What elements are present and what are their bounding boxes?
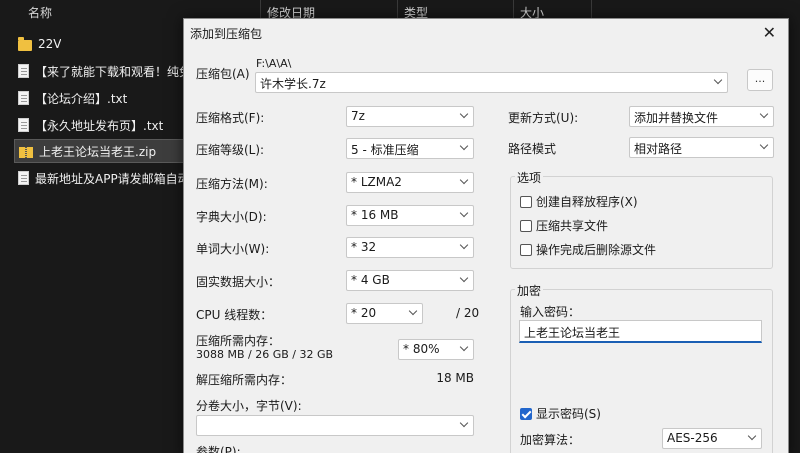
volume-size-combo[interactable] <box>196 415 474 436</box>
word-size-label: 单词大小(W): <box>196 242 270 256</box>
compress-shared-label: 压缩共享文件 <box>536 219 609 233</box>
archive-path: F:\A\A\ <box>256 57 292 70</box>
file-name: 【永久地址发布页】.txt <box>35 118 164 133</box>
chevron-down-icon <box>748 432 756 440</box>
dictionary-label: 字典大小(D): <box>196 210 267 224</box>
format-value: 7z <box>351 109 365 123</box>
close-icon[interactable]: ✕ <box>763 23 776 42</box>
delete-after-checkbox[interactable]: 操作完成后删除源文件 <box>520 241 656 258</box>
password-input[interactable]: 上老王论坛当老王 <box>519 320 762 343</box>
memory-percent-select[interactable]: * 80% <box>398 339 474 360</box>
password-label: 输入密码： <box>520 305 581 319</box>
dictionary-select[interactable]: * 16 MB <box>346 205 474 226</box>
folder-icon <box>18 37 32 51</box>
checkbox-checked-icon <box>520 407 532 420</box>
word-size-select[interactable]: * 32 <box>346 237 474 258</box>
solid-block-label: 固实数据大小： <box>196 275 281 289</box>
chevron-down-icon <box>460 176 468 184</box>
encryption-title: 加密 <box>515 282 544 299</box>
cpu-threads-total: / 20 <box>456 306 480 320</box>
word-size-value: * 32 <box>351 240 377 254</box>
chevron-down-icon <box>460 110 468 118</box>
solid-block-select[interactable]: * 4 GB <box>346 270 474 291</box>
chevron-down-icon <box>714 76 722 84</box>
cpu-threads-label: CPU 线程数： <box>196 308 273 322</box>
delete-after-label: 操作完成后删除源文件 <box>536 243 657 257</box>
chevron-down-icon <box>460 241 468 249</box>
chevron-down-icon <box>460 274 468 282</box>
format-label: 压缩格式(F): <box>196 111 265 125</box>
column-name[interactable]: 名称 <box>28 4 52 21</box>
checkbox-box <box>520 219 532 232</box>
update-mode-value: 添加并替换文件 <box>634 111 719 125</box>
chevron-down-icon <box>460 343 468 351</box>
chevron-down-icon <box>409 307 417 315</box>
file-name: 【来了就能下载和观看！纯免 <box>35 64 186 79</box>
level-value: 5 - 标准压缩 <box>351 143 419 157</box>
compress-memory-value: 3088 MB / 26 GB / 32 GB <box>196 348 334 361</box>
show-password-checkbox[interactable]: 显示密码(S) <box>520 405 601 422</box>
archive-name-value: 许木学长.7z <box>260 77 326 91</box>
level-label: 压缩等级(L): <box>196 143 265 157</box>
parameters-label: 参数(P): <box>196 445 241 453</box>
method-value: * LZMA2 <box>351 175 402 189</box>
encryption-method-label: 加密算法： <box>520 433 581 447</box>
decompress-memory-value: 18 MB <box>436 371 474 385</box>
browse-button[interactable]: ... <box>747 69 773 91</box>
volume-size-label: 分卷大小，字节(V): <box>196 399 302 413</box>
cpu-threads-select[interactable]: * 20 <box>346 303 423 324</box>
add-to-archive-dialog: 添加到压缩包 ✕ 压缩包(A) F:\A\A\ 许木学长.7z ... 压缩格式… <box>183 18 789 453</box>
method-select[interactable]: * LZMA2 <box>346 172 474 193</box>
update-mode-label: 更新方式(U): <box>508 111 579 125</box>
cpu-threads-value: * 20 <box>351 306 377 320</box>
text-file-icon <box>18 171 29 185</box>
archive-label: 压缩包(A) <box>196 67 250 81</box>
list-item[interactable]: 最新地址及APP请发邮箱自动 <box>14 166 186 190</box>
list-item[interactable]: 22V <box>14 32 186 56</box>
path-mode-label: 路径模式 <box>508 142 557 156</box>
solid-block-value: * 4 GB <box>351 273 390 287</box>
chevron-down-icon <box>460 209 468 217</box>
method-label: 压缩方法(M): <box>196 177 268 191</box>
encryption-method-select[interactable]: AES-256 <box>662 428 762 449</box>
show-password-label: 显示密码(S) <box>536 407 601 421</box>
options-title: 选项 <box>515 169 544 186</box>
list-item[interactable]: 【论坛介绍】.txt <box>14 86 186 110</box>
checkbox-box <box>520 195 532 208</box>
list-item[interactable]: 【永久地址发布页】.txt <box>14 113 186 137</box>
archive-name-combo[interactable]: 许木学长.7z <box>255 72 728 93</box>
list-item-selected[interactable]: 上老王论坛当老王.zip <box>14 139 186 163</box>
file-name: 上老王论坛当老王.zip <box>39 144 157 159</box>
path-mode-value: 相对路径 <box>634 142 683 156</box>
file-name: 最新地址及APP请发邮箱自动 <box>35 171 186 186</box>
path-mode-select[interactable]: 相对路径 <box>629 137 774 158</box>
dictionary-value: * 16 MB <box>351 208 399 222</box>
text-file-icon <box>18 64 29 78</box>
memory-percent-value: * 80% <box>403 342 440 356</box>
chevron-down-icon <box>760 110 768 118</box>
file-name: 【论坛介绍】.txt <box>35 91 128 106</box>
text-file-icon <box>18 91 29 105</box>
create-sfx-checkbox[interactable]: 创建自释放程序(X) <box>520 193 638 210</box>
compress-shared-checkbox[interactable]: 压缩共享文件 <box>520 217 608 234</box>
chevron-down-icon <box>460 419 468 427</box>
create-sfx-label: 创建自释放程序(X) <box>536 195 638 209</box>
file-name: 22V <box>38 37 62 51</box>
level-select[interactable]: 5 - 标准压缩 <box>346 138 474 159</box>
zip-archive-icon <box>19 147 33 158</box>
update-mode-select[interactable]: 添加并替换文件 <box>629 106 774 127</box>
list-item[interactable]: 【来了就能下载和观看！纯免 <box>14 59 186 83</box>
dialog-title: 添加到压缩包 <box>190 27 263 41</box>
chevron-down-icon <box>460 142 468 150</box>
compress-memory-label: 压缩所需内存： <box>196 334 281 348</box>
chevron-down-icon <box>760 141 768 149</box>
checkbox-box <box>520 243 532 256</box>
format-select[interactable]: 7z <box>346 106 474 127</box>
encryption-method-value: AES-256 <box>667 431 718 445</box>
text-file-icon <box>18 118 29 132</box>
decompress-memory-label: 解压缩所需内存： <box>196 373 293 387</box>
